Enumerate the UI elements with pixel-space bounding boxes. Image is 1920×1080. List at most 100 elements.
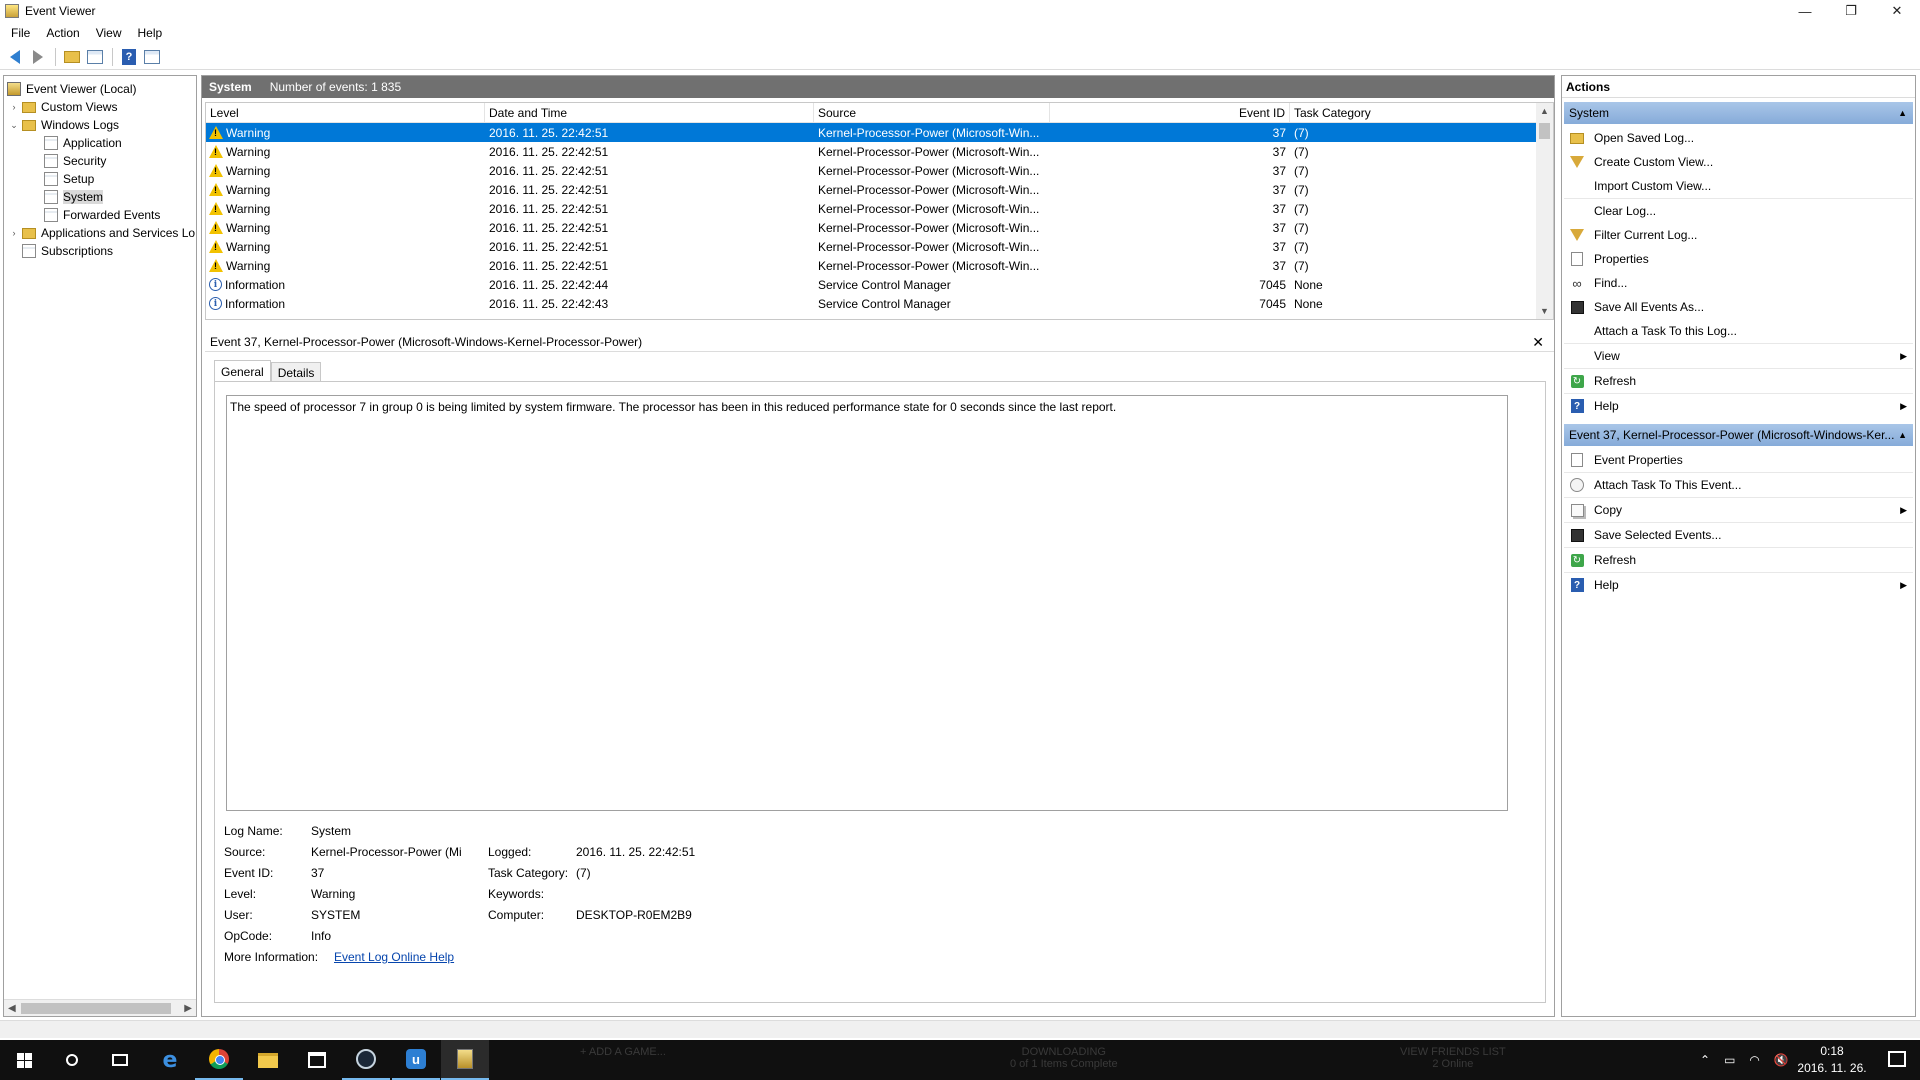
collapse-section-icon[interactable]: ▲	[1898, 430, 1907, 440]
show-hidden-icons-icon[interactable]: ⌃	[1700, 1053, 1710, 1067]
event-row[interactable]: Warning 2016. 11. 25. 22:42:51 Kernel-Proc…	[206, 180, 1536, 199]
close-button[interactable]: ✕	[1874, 0, 1920, 22]
tab-general[interactable]: General	[214, 360, 271, 382]
scroll-thumb[interactable]	[1539, 123, 1550, 139]
event-row[interactable]: Warning 2016. 11. 25. 22:42:51 Kernel-Proc…	[206, 161, 1536, 180]
tree-item-setup[interactable]: Setup	[44, 170, 94, 188]
expand-icon[interactable]: ›	[9, 228, 19, 238]
event-log-online-help-link[interactable]: Event Log Online Help	[334, 950, 454, 967]
up-folder-button[interactable]	[61, 46, 83, 68]
value-level[interactable]: Warning	[311, 887, 355, 904]
column-level[interactable]: Level	[206, 103, 485, 123]
taskbar-edge[interactable]: e	[146, 1040, 194, 1080]
action-attach-a-task-to-this-log[interactable]: Attach a Task To this Log...	[1564, 319, 1913, 343]
action-import-custom-view[interactable]: Import Custom View...	[1564, 174, 1913, 198]
tree-item-security[interactable]: Security	[44, 152, 106, 170]
column-event-id[interactable]: Event ID	[1050, 103, 1290, 123]
actions-section-event[interactable]: Event 37, Kernel-Processor-Power (Micros…	[1564, 424, 1913, 446]
action-save-all-events-as[interactable]: Save All Events As...	[1564, 295, 1913, 319]
tab-details[interactable]: Details	[270, 362, 322, 382]
tree-item-windows-logs[interactable]: ⌄ Windows Logs	[9, 116, 119, 134]
search-button[interactable]	[48, 1040, 96, 1080]
show-hide-tree-button[interactable]	[84, 46, 106, 68]
volume-muted-icon[interactable]: 🔇	[1774, 1053, 1789, 1067]
value-event-id[interactable]: 37	[311, 866, 324, 883]
action-help[interactable]: ? Help ▶	[1564, 394, 1913, 418]
taskbar-uplay[interactable]: u	[392, 1040, 440, 1080]
action-clear-log[interactable]: Clear Log...	[1564, 199, 1913, 223]
menu-view[interactable]: View	[89, 26, 131, 40]
event-row[interactable]: Warning 2016. 11. 25. 22:42:51 Kernel-Proc…	[206, 199, 1536, 218]
clock[interactable]: 0:18 2016. 11. 26.	[1792, 1043, 1872, 1077]
scroll-up-icon[interactable]: ▲	[1540, 106, 1549, 116]
action-properties[interactable]: Properties	[1564, 247, 1913, 271]
value-logged[interactable]: 2016. 11. 25. 22:42:51	[576, 845, 695, 862]
menu-file[interactable]: File	[4, 26, 39, 40]
event-row[interactable]: i Information 2016. 11. 25. 22:42:44 Servic…	[206, 275, 1536, 294]
task-view-button[interactable]	[96, 1040, 144, 1080]
column-task-category[interactable]: Task Category	[1290, 103, 1536, 123]
tree-item-forwarded-events[interactable]: Forwarded Events	[44, 206, 160, 224]
action-refresh[interactable]: ↻ Refresh	[1564, 548, 1913, 572]
tree-item-subscriptions[interactable]: Subscriptions	[22, 242, 113, 260]
value-log-name[interactable]: System	[311, 824, 351, 841]
taskbar-event-viewer[interactable]	[441, 1040, 489, 1080]
taskbar-store[interactable]	[293, 1040, 341, 1080]
action-create-custom-view[interactable]: Create Custom View...	[1564, 150, 1913, 174]
action-open-saved-log[interactable]: Open Saved Log...	[1564, 126, 1913, 150]
action-event-properties[interactable]: Event Properties	[1564, 448, 1913, 472]
value-computer[interactable]: DESKTOP-R0EM2B9	[576, 908, 692, 925]
tree-item-application[interactable]: Application	[44, 134, 122, 152]
action-refresh[interactable]: ↻ Refresh	[1564, 369, 1913, 393]
event-row[interactable]: Warning 2016. 11. 25. 22:42:51 Kernel-Proc…	[206, 256, 1536, 275]
event-row[interactable]: i Information 2016. 11. 25. 22:42:43 Servic…	[206, 294, 1536, 313]
action-find[interactable]: ∞ Find...	[1564, 271, 1913, 295]
column-date-time[interactable]: Date and Time	[485, 103, 814, 123]
tree-horizontal-scrollbar[interactable]: ◀ ▶	[4, 999, 196, 1016]
event-row[interactable]: Warning 2016. 11. 25. 22:42:51 Kernel-Proc…	[206, 218, 1536, 237]
menu-help[interactable]: Help	[131, 26, 172, 40]
console-tree[interactable]: Event Viewer (Local) › Custom Views ⌄ Wi…	[3, 75, 197, 1017]
event-row[interactable]: Warning 2016. 11. 25. 22:42:51 Kernel-Proc…	[206, 142, 1536, 161]
help-button[interactable]: ?	[118, 46, 140, 68]
value-user[interactable]: SYSTEM	[311, 908, 360, 925]
taskbar-chrome[interactable]	[195, 1040, 243, 1080]
taskbar-file-explorer[interactable]	[244, 1040, 292, 1080]
action-save-selected-events[interactable]: Save Selected Events...	[1564, 523, 1913, 547]
back-button[interactable]	[4, 46, 26, 68]
scroll-down-icon[interactable]: ▼	[1540, 306, 1549, 316]
tree-item-applications-and-services[interactable]: › Applications and Services Lo	[9, 224, 196, 242]
actions-section-system[interactable]: System ▲	[1564, 102, 1913, 124]
event-row[interactable]: Warning 2016. 11. 25. 22:42:51 Kernel-Proc…	[206, 237, 1536, 256]
action-copy[interactable]: Copy ▶	[1564, 498, 1913, 522]
battery-icon[interactable]: ▭	[1724, 1053, 1735, 1067]
event-list-scrollbar[interactable]: ▲ ▼	[1536, 103, 1553, 319]
collapse-section-icon[interactable]: ▲	[1898, 108, 1907, 118]
start-button[interactable]	[0, 1040, 48, 1080]
minimize-button[interactable]: —	[1782, 0, 1828, 22]
restore-button[interactable]: ❐	[1828, 0, 1874, 22]
event-row[interactable]: Warning 2016. 11. 25. 22:42:51 Kernel-Proc…	[206, 123, 1536, 142]
action-attach-task-to-this-event[interactable]: Attach Task To This Event...	[1564, 473, 1913, 497]
value-opcode[interactable]: Info	[311, 929, 331, 946]
column-source[interactable]: Source	[814, 103, 1050, 123]
taskbar-steam[interactable]	[342, 1040, 390, 1080]
scroll-right-icon[interactable]: ▶	[184, 1003, 192, 1014]
action-filter-current-log[interactable]: Filter Current Log...	[1564, 223, 1913, 247]
scroll-thumb[interactable]	[21, 1003, 171, 1014]
close-detail-icon[interactable]: ✕	[1532, 334, 1544, 351]
action-help[interactable]: ? Help ▶	[1564, 573, 1913, 597]
scroll-left-icon[interactable]: ◀	[8, 1003, 16, 1014]
network-icon[interactable]: ◠	[1749, 1053, 1759, 1067]
show-hide-action-pane-button[interactable]	[141, 46, 163, 68]
value-source[interactable]: Kernel-Processor-Power (Mi	[311, 845, 462, 862]
forward-button[interactable]	[27, 46, 49, 68]
value-task-category[interactable]: (7)	[576, 866, 591, 883]
event-message[interactable]: The speed of processor 7 in group 0 is b…	[226, 395, 1508, 811]
action-center-icon[interactable]	[1888, 1051, 1906, 1067]
expand-icon[interactable]: ›	[9, 102, 19, 112]
tree-item-event-viewer-local[interactable]: Event Viewer (Local)	[7, 80, 137, 98]
tree-item-custom-views[interactable]: › Custom Views	[9, 98, 118, 116]
menu-action[interactable]: Action	[39, 26, 88, 40]
action-view[interactable]: View ▶	[1564, 344, 1913, 368]
